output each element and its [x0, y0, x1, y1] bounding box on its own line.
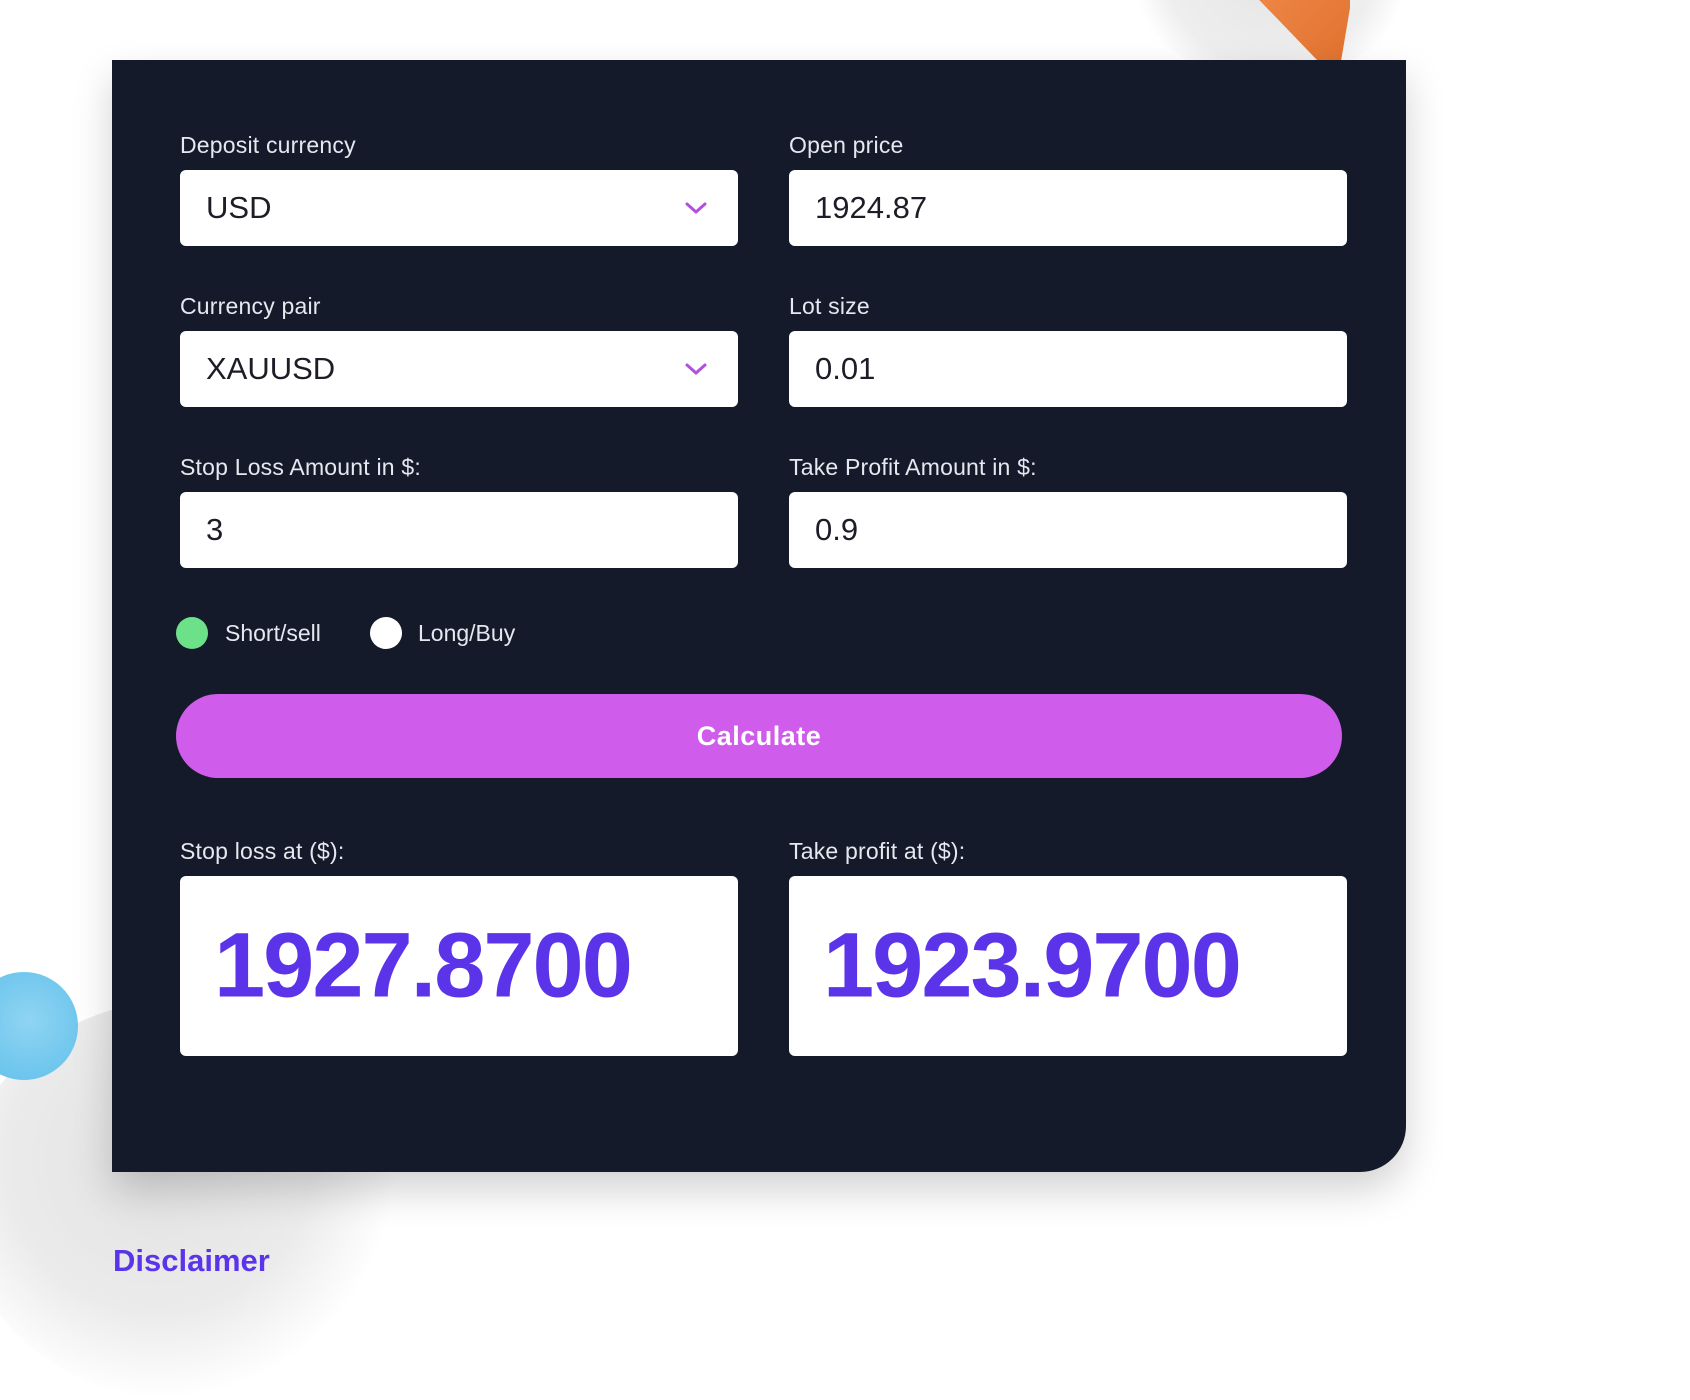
currency-pair-value: XAUUSD	[206, 351, 336, 386]
take-profit-result-label: Take profit at ($):	[789, 838, 966, 864]
take-profit-amount-value: 0.9	[815, 512, 859, 547]
calculator-card: Deposit currency USD Open price 1924.87 …	[112, 60, 1406, 1172]
take-profit-result-value: 1923.9700	[823, 914, 1242, 1017]
stop-loss-result-value: 1927.8700	[214, 914, 633, 1017]
deposit-currency-label: Deposit currency	[180, 132, 356, 158]
currency-pair-label: Currency pair	[180, 293, 321, 319]
chevron-down-icon	[685, 363, 707, 375]
stop-loss-amount-label: Stop Loss Amount in $:	[180, 454, 421, 480]
lot-size-label: Lot size	[789, 293, 870, 319]
radio-unselected-indicator	[370, 617, 402, 649]
stop-loss-amount-input[interactable]: 3	[180, 492, 738, 568]
stop-loss-result-label: Stop loss at ($):	[180, 838, 345, 864]
lot-size-value: 0.01	[815, 351, 876, 386]
lot-size-input[interactable]: 0.01	[789, 331, 1347, 407]
radio-long-buy-label: Long/Buy	[418, 620, 516, 646]
take-profit-amount-label: Take Profit Amount in $:	[789, 454, 1037, 480]
chevron-down-icon	[685, 202, 707, 214]
open-price-input[interactable]: 1924.87	[789, 170, 1347, 246]
deposit-currency-value: USD	[206, 190, 272, 225]
currency-pair-select[interactable]: XAUUSD	[180, 331, 738, 407]
open-price-value: 1924.87	[815, 190, 928, 225]
open-price-label: Open price	[789, 132, 904, 158]
stop-loss-result-box: 1927.8700	[180, 876, 738, 1056]
take-profit-result-box: 1923.9700	[789, 876, 1347, 1056]
calculate-button[interactable]: Calculate	[176, 694, 1342, 778]
deposit-currency-select[interactable]: USD	[180, 170, 738, 246]
take-profit-amount-input[interactable]: 0.9	[789, 492, 1347, 568]
stop-loss-amount-value: 3	[206, 512, 224, 547]
radio-selected-indicator	[176, 617, 208, 649]
radio-short-sell-label: Short/sell	[225, 620, 321, 646]
